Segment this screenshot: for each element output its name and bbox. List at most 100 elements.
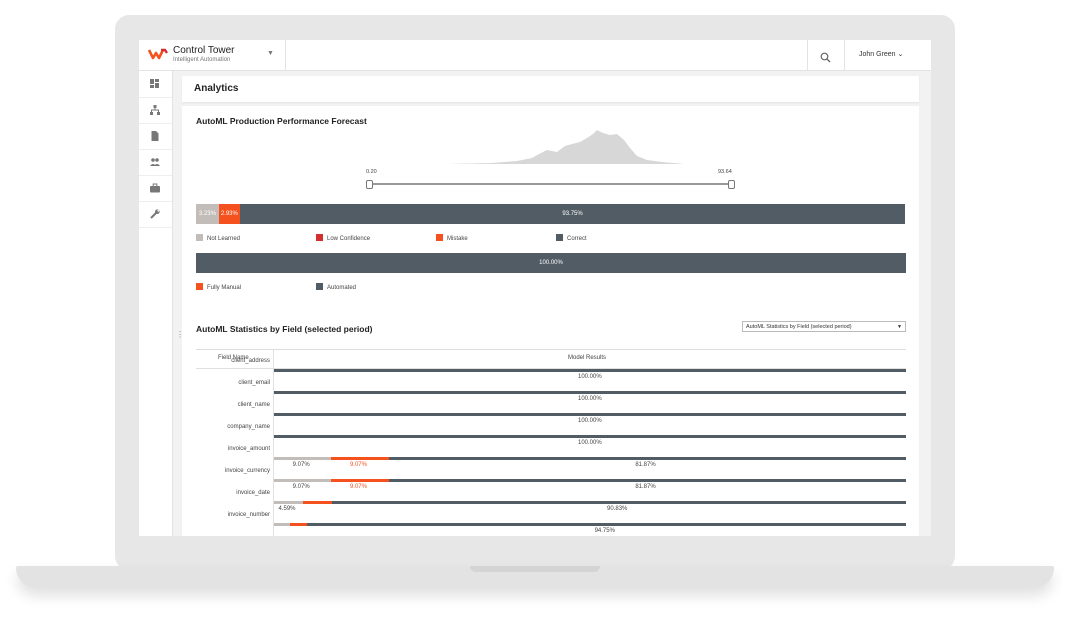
- legend-swatch: [316, 283, 323, 290]
- not-learned-segment: [274, 457, 332, 460]
- range-slider-max-handle[interactable]: [728, 180, 735, 189]
- range-slider-min-handle[interactable]: [366, 180, 373, 189]
- wrench-icon: [150, 209, 160, 219]
- user-menu[interactable]: John Green ⌄: [859, 50, 903, 58]
- correct-segment: [388, 479, 907, 482]
- correct-segment: [307, 523, 906, 526]
- sidebar-item-workflows[interactable]: [139, 97, 172, 124]
- legend-swatch: [436, 234, 443, 241]
- range-min-label: 0.20: [366, 169, 377, 175]
- sidebar-item-jobs[interactable]: [139, 175, 172, 202]
- legend-label: Not Learned: [207, 236, 241, 242]
- performance-segment: 93.75%: [239, 204, 906, 224]
- result-bar: [274, 457, 907, 460]
- field-name: client_address: [231, 358, 270, 364]
- legend-label: Correct: [567, 236, 587, 242]
- app-subtitle: Intelligent Automation: [173, 57, 231, 63]
- performance-bar: 3.23% 2.93% 93.75%: [196, 204, 906, 224]
- sidebar-item-settings[interactable]: [139, 201, 172, 228]
- chevron-down-icon: ▼: [267, 50, 274, 57]
- automation-segment: 100.00%: [196, 253, 906, 273]
- not-learned-segment: [274, 479, 332, 482]
- result-bar: [274, 501, 907, 504]
- app-title: Control Tower: [173, 45, 235, 56]
- result-bar: [274, 479, 907, 482]
- mistake-value: 9.07%: [349, 462, 367, 468]
- performance-legend-item: Low Confidence: [316, 234, 370, 242]
- legend-swatch: [556, 234, 563, 241]
- analytics-card: AutoML Production Performance Forecast 0…: [182, 106, 919, 536]
- performance-legend-item: Correct: [556, 234, 587, 242]
- logo-icon: [147, 47, 168, 66]
- result-bar: [274, 369, 906, 372]
- legend-label: Mistake: [447, 236, 468, 242]
- people-icon: [150, 158, 160, 166]
- range-slider-track[interactable]: [369, 183, 734, 185]
- col-header-results: Model Results: [568, 355, 607, 361]
- automation-bar: 100.00%: [196, 253, 906, 273]
- sidebar-item-dashboard[interactable]: [139, 71, 172, 98]
- mistake-segment: [289, 523, 308, 526]
- legend-swatch: [196, 283, 203, 290]
- field-name: invoice_amount: [227, 446, 270, 452]
- app-switcher[interactable]: Control Tower Intelligent Automation ▼: [139, 40, 286, 70]
- performance-segment: 2.93%: [218, 204, 240, 224]
- sidebar-item-documents[interactable]: [139, 123, 172, 150]
- correct-value: 81.87%: [635, 462, 656, 468]
- correct-value: 90.83%: [607, 506, 628, 512]
- briefcase-icon: [150, 183, 160, 193]
- automation-legend-item: Automated: [316, 283, 356, 291]
- legend-swatch: [196, 234, 203, 241]
- correct-value: 100.00%: [578, 440, 602, 446]
- search-button[interactable]: [807, 40, 845, 70]
- automation-legend-item: Fully Manual: [196, 283, 241, 291]
- correct-value: 100.00%: [578, 396, 602, 402]
- laptop-notch: [470, 566, 600, 572]
- legend-label: Automated: [327, 285, 357, 291]
- result-bar: [274, 391, 906, 394]
- forecast-title: AutoML Production Performance Forecast: [196, 116, 367, 126]
- dashboard-icon: [150, 79, 159, 88]
- not-learned-value: 9.07%: [292, 484, 310, 490]
- field-name: client_email: [238, 380, 270, 386]
- stats-select-value: AutoML Statistics by Field (selected per…: [746, 324, 852, 330]
- not-learned-segment: [274, 501, 303, 504]
- correct-value: 100.00%: [578, 418, 602, 424]
- correct-value: 94.75%: [594, 528, 615, 534]
- page-title: Analytics: [194, 83, 239, 94]
- performance-segment: 3.23%: [196, 204, 219, 224]
- correct-segment: [274, 391, 906, 394]
- correct-segment: [274, 435, 906, 438]
- field-name: invoice_number: [227, 512, 270, 518]
- sidebar: [139, 71, 173, 536]
- legend-swatch: [316, 234, 323, 241]
- stats-title: AutoML Statistics by Field (selected per…: [196, 324, 373, 334]
- not-learned-value: 9.07%: [292, 462, 310, 468]
- range-max-label: 93.64: [718, 169, 732, 175]
- correct-segment: [388, 457, 907, 460]
- column-divider: [273, 350, 274, 536]
- field-name: invoice_currency: [224, 468, 270, 474]
- correct-value: 81.87%: [635, 484, 656, 490]
- field-name: invoice_date: [236, 490, 270, 496]
- performance-legend-item: Mistake: [436, 234, 468, 242]
- sidebar-item-users[interactable]: [139, 149, 172, 176]
- not-learned-segment: [274, 523, 290, 526]
- legend-label: Low Confidence: [327, 236, 371, 242]
- result-bar: [274, 435, 906, 438]
- not-learned-value: 4.59%: [278, 506, 296, 512]
- correct-segment: [332, 501, 907, 504]
- mistake-segment: [303, 501, 332, 504]
- correct-value: 100.00%: [578, 374, 602, 380]
- correct-segment: [274, 369, 906, 372]
- page-header: Analytics: [182, 76, 919, 102]
- result-bar: [274, 413, 906, 416]
- field-name: client_name: [237, 402, 270, 408]
- search-icon: [820, 50, 831, 68]
- mistake-segment: [331, 479, 389, 482]
- mistake-value: 9.07%: [349, 484, 367, 490]
- app-screen: Control Tower Intelligent Automation ▼ J…: [139, 40, 931, 536]
- legend-label: Fully Manual: [207, 285, 242, 291]
- result-bar: [274, 523, 906, 526]
- stats-view-select[interactable]: AutoML Statistics by Field (selected per…: [742, 321, 906, 332]
